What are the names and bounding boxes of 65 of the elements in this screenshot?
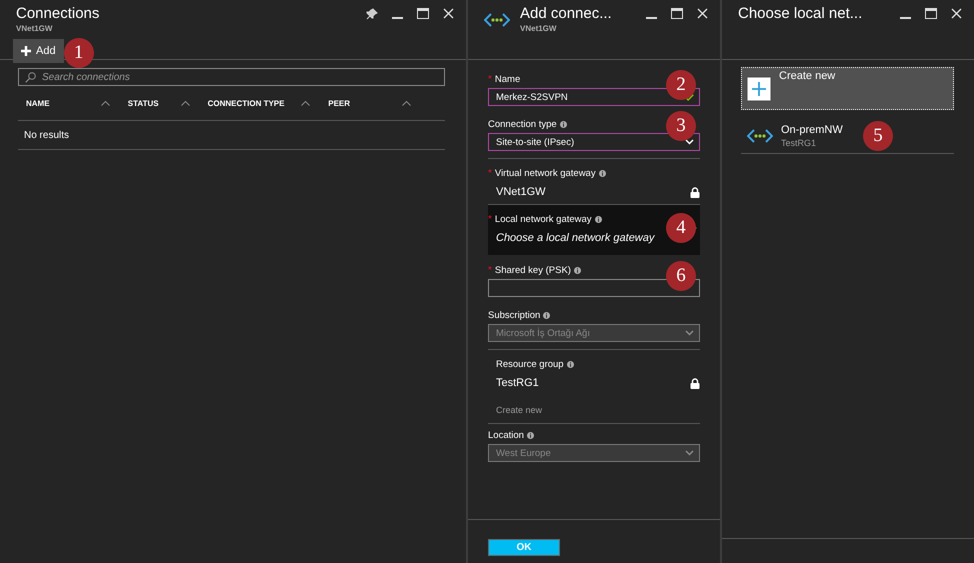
plus-icon	[21, 46, 31, 56]
close-icon[interactable]	[697, 8, 708, 19]
picker-field[interactable]: * Local network gateway Choose a local network gateway 4	[488, 205, 700, 255]
field-label: Connection type	[488, 119, 557, 130]
plus-icon	[747, 76, 771, 100]
callout-badge: 2	[666, 70, 696, 100]
required-asterisk: *	[488, 168, 492, 179]
required-asterisk: *	[488, 74, 492, 85]
sort-caret-icon[interactable]	[180, 100, 190, 106]
blade-subtitle: VNet1GW	[520, 24, 558, 33]
pin-icon[interactable]	[366, 8, 378, 20]
callout-badge: 3	[666, 111, 696, 141]
column-header[interactable]: NAME	[18, 98, 120, 108]
list-item[interactable]: Create new	[741, 67, 954, 110]
field-label: Resource group	[496, 359, 564, 370]
required-asterisk: *	[488, 265, 492, 276]
info-icon[interactable]	[594, 216, 602, 223]
chevron-down-icon	[685, 450, 694, 456]
blade-title: Connections	[16, 6, 100, 22]
close-icon[interactable]	[951, 8, 962, 19]
search-icon	[25, 72, 36, 82]
dropdown-field[interactable]: Site-to-site (IPsec)	[488, 133, 700, 151]
gateway-icon	[484, 12, 510, 28]
required-asterisk: *	[488, 214, 492, 225]
field-value: TestRG1	[496, 377, 539, 389]
field-label: Local network gateway	[494, 214, 592, 225]
lock-icon	[690, 378, 700, 388]
blade-title: Add connec...	[520, 6, 613, 22]
list-item[interactable]: On-premNW TestRG1 5	[741, 118, 954, 154]
info-icon[interactable]	[560, 121, 567, 128]
callout-badge: 4	[666, 213, 696, 243]
close-icon[interactable]	[443, 8, 454, 19]
maximize-icon[interactable]	[417, 8, 429, 19]
callout-badge: 6	[666, 261, 696, 291]
field-value: VNet1GW	[496, 186, 546, 198]
maximize-icon[interactable]	[925, 8, 937, 19]
gateway-icon	[747, 128, 773, 144]
sort-caret-icon[interactable]	[301, 100, 310, 106]
maximize-icon[interactable]	[671, 8, 683, 19]
field-label: Subscription	[488, 310, 540, 321]
lock-icon	[690, 186, 700, 198]
chevron-down-icon	[685, 330, 694, 336]
info-icon[interactable]	[574, 267, 581, 274]
blade-subtitle: VNet1GW	[16, 24, 54, 33]
add-button[interactable]: Add	[13, 39, 64, 63]
callout-badge: 5	[863, 121, 893, 151]
item-subtitle: TestRG1	[781, 138, 818, 148]
sort-caret-icon[interactable]	[100, 100, 110, 106]
column-header[interactable]: STATUS	[120, 98, 200, 108]
column-header[interactable]: CONNECTION TYPE	[200, 98, 320, 108]
field-label: Location	[488, 430, 524, 441]
callout-badge: 1	[64, 38, 94, 68]
empty-message: No results	[18, 121, 445, 150]
create-new-link[interactable]: Create new	[488, 389, 700, 415]
field-label: Virtual network gateway	[494, 168, 596, 179]
info-icon[interactable]	[566, 361, 574, 368]
blade-title: Choose local net...	[738, 6, 864, 22]
info-icon[interactable]	[598, 170, 606, 177]
search-field[interactable]: Search connections	[18, 68, 445, 86]
field-value: Choose a local network gateway	[496, 232, 654, 244]
field-label: Shared key (PSK)	[494, 265, 571, 276]
column-header[interactable]: PEER	[320, 98, 445, 108]
chevron-down-icon	[685, 139, 694, 145]
sort-caret-icon[interactable]	[402, 100, 411, 106]
field-label: Name	[494, 74, 520, 85]
